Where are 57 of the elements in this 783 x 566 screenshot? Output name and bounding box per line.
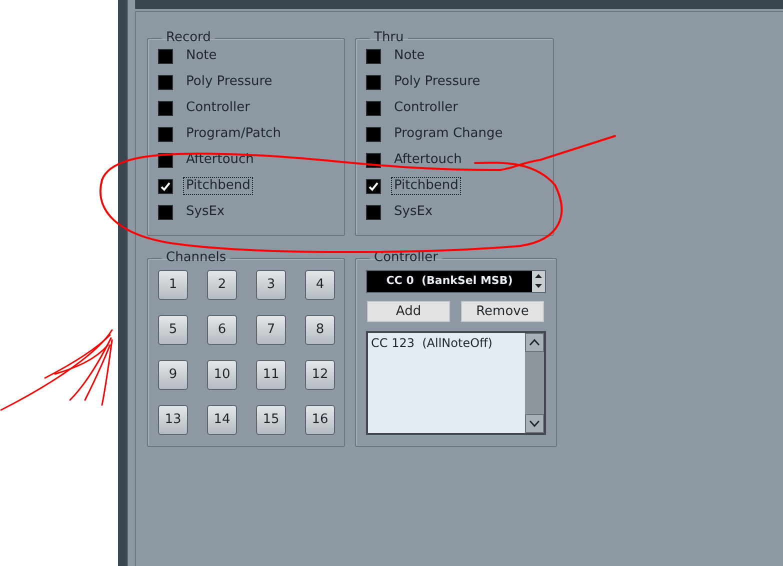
checkbox[interactable] (158, 48, 173, 64)
scroll-up-icon[interactable] (525, 333, 544, 352)
controller-button[interactable]: Add (367, 301, 450, 322)
channel-button[interactable]: 5 (158, 315, 188, 345)
checkbox-label: Controller (393, 99, 459, 117)
checkbox-label: Poly Pressure (185, 73, 274, 91)
checkbox-label: Controller (185, 99, 251, 117)
checkbox[interactable] (158, 204, 173, 220)
controller-button[interactable]: Remove (461, 301, 544, 322)
channel-button[interactable]: 15 (256, 405, 286, 435)
checkbox[interactable] (158, 178, 173, 194)
checkbox-label: Poly Pressure (393, 73, 482, 91)
group-title: Controller (373, 250, 439, 266)
checkbox[interactable] (366, 126, 381, 142)
controller-selector[interactable]: CC 0 (BankSel MSB) (366, 270, 546, 293)
checkbox-label: Program/Patch (185, 125, 282, 143)
channel-button[interactable]: 4 (305, 270, 335, 300)
scroll-down-icon[interactable] (525, 414, 544, 433)
check-icon (368, 180, 379, 192)
channel-button[interactable]: 9 (158, 360, 188, 390)
checkbox-label: Aftertouch (393, 151, 463, 169)
checkbox-label: SysEx (185, 203, 226, 221)
group-title: Channels (165, 250, 228, 266)
checkbox[interactable] (366, 178, 381, 194)
checkbox-label: Pitchbend (391, 177, 462, 195)
channel-button[interactable]: 16 (305, 405, 335, 435)
channel-button[interactable]: 14 (207, 405, 237, 435)
check-icon (160, 180, 171, 192)
channel-button[interactable]: 10 (207, 360, 237, 390)
checkbox-label: Program Change (393, 125, 504, 143)
checkbox[interactable] (366, 100, 381, 116)
channel-button[interactable]: 2 (207, 270, 237, 300)
channel-button[interactable]: 8 (305, 315, 335, 345)
scrollbar[interactable] (525, 333, 544, 433)
checkbox[interactable] (158, 74, 173, 90)
channel-button[interactable]: 7 (256, 315, 286, 345)
channel-button[interactable]: 12 (305, 360, 335, 390)
checkbox-label: Note (185, 47, 218, 65)
channel-button[interactable]: 1 (158, 270, 188, 300)
channel-button[interactable]: 3 (256, 270, 286, 300)
checkbox-label: Aftertouch (185, 151, 255, 169)
spin-control[interactable] (532, 271, 545, 292)
group-title: Record (165, 30, 212, 46)
checkbox[interactable] (366, 48, 381, 64)
checkbox[interactable] (158, 100, 173, 116)
checkbox[interactable] (158, 126, 173, 142)
channel-button[interactable]: 6 (207, 315, 237, 345)
channel-button[interactable]: 11 (256, 360, 286, 390)
checkbox-label: Pitchbend (183, 177, 254, 195)
checkbox[interactable] (366, 74, 381, 90)
checkbox-label: SysEx (393, 203, 434, 221)
checkbox[interactable] (366, 204, 381, 220)
channel-button[interactable]: 13 (158, 405, 188, 435)
list-item[interactable]: CC 123 (AllNoteOff) (371, 335, 525, 351)
checkbox-label: Note (393, 47, 426, 65)
selector-value: CC 0 (BankSel MSB) (385, 273, 514, 290)
group-title: Thru (373, 30, 405, 46)
